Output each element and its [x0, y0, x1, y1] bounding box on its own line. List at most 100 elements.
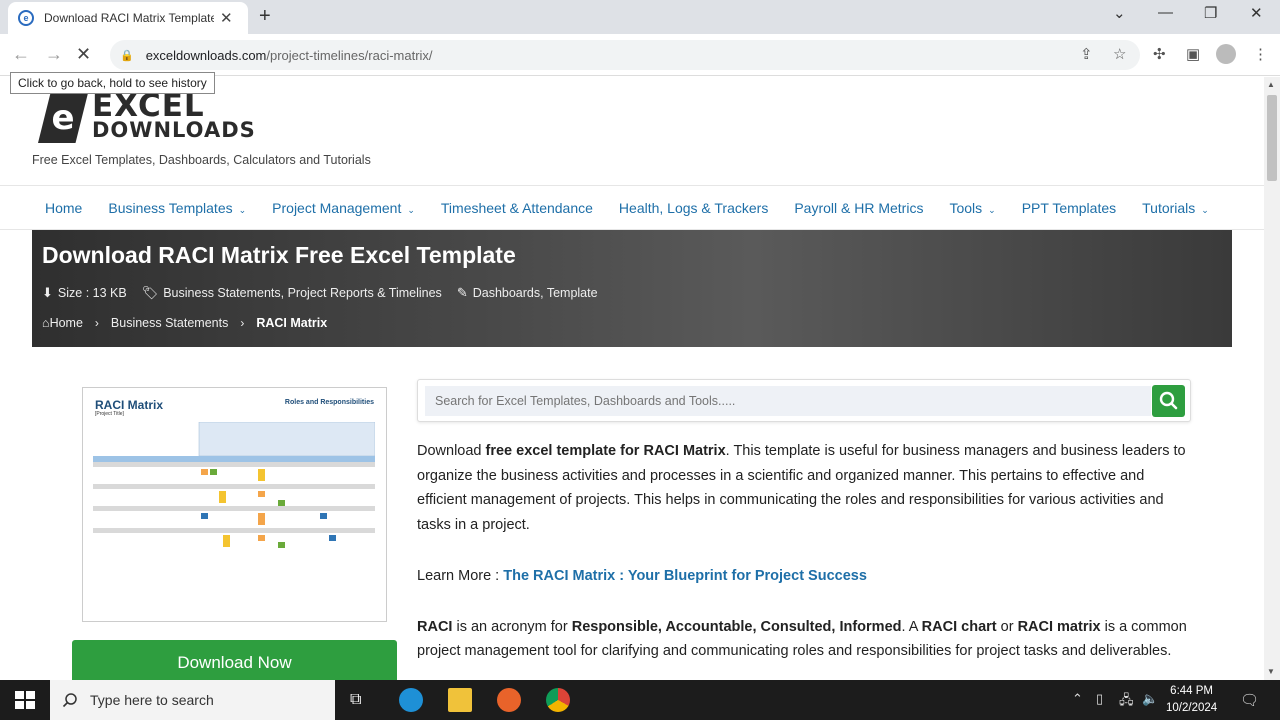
windows-start-icon[interactable] — [13, 688, 37, 712]
article-body: Download free excel template for RACI Ma… — [417, 439, 1192, 680]
edit-icon: ✎ — [456, 285, 468, 300]
nav-label: Timesheet & Attendance — [440, 199, 593, 216]
tab-search-chevron-icon[interactable]: ⌄ — [1113, 4, 1126, 22]
search-icon — [62, 693, 77, 708]
breadcrumb: ⌂ Home › Business Statements › RACI Matr… — [42, 316, 327, 330]
url-text[interactable]: exceldownloads.com/project-timelines/rac… — [146, 48, 433, 63]
nav-label: Business Templates — [108, 199, 233, 216]
search-button[interactable] — [1152, 385, 1185, 417]
task-view-icon[interactable]: ⧉ — [350, 688, 374, 712]
scroll-down-arrow-icon[interactable]: ▼ — [1267, 667, 1275, 676]
tag-icon: 🏷 — [141, 285, 159, 300]
main-navigation: Home Business Templates ⌄ Project Managem… — [0, 185, 1264, 230]
firefox-icon[interactable] — [497, 688, 521, 712]
lock-icon[interactable]: 🔒 — [120, 49, 134, 62]
nav-item-tools[interactable]: Tools ⌄ — [949, 200, 995, 216]
chevron-down-icon: ⌄ — [238, 204, 247, 215]
page-title: Download RACI Matrix Free Excel Template — [42, 242, 516, 268]
nav-item-project-management[interactable]: Project Management ⌄ — [272, 200, 415, 216]
side-panel-icon[interactable]: ▣ — [1186, 45, 1200, 63]
edge-browser-icon[interactable] — [399, 688, 423, 712]
nav-item-home[interactable]: Home — [45, 200, 82, 216]
text: Download — [417, 443, 486, 459]
clock-date: 10/2/2024 — [1166, 702, 1218, 714]
tags-link[interactable]: Dashboards, Template — [473, 286, 598, 300]
chevron-down-icon: ⌄ — [1201, 204, 1209, 215]
site-logo[interactable]: e EXCEL DOWNLOADS — [38, 88, 256, 143]
breadcrumb-home[interactable]: Home — [50, 316, 83, 330]
tab-title: Download RACI Matrix Template — [44, 11, 214, 25]
breadcrumb-business-statements[interactable]: Business Statements — [111, 316, 228, 330]
stop-loading-icon[interactable]: ✕ — [76, 44, 91, 65]
learn-more-link[interactable]: The RACI Matrix : Your Blueprint for Pro… — [503, 568, 867, 584]
nav-item-tutorials[interactable]: Tutorials ⌄ — [1142, 200, 1209, 216]
browser-tab-strip: e Download RACI Matrix Template ✕ + ⌄ — … — [0, 0, 1280, 34]
categories-link[interactable]: Business Statements, Project Reports & T… — [163, 286, 442, 300]
raci-definition-paragraph: RACI is an acronym for Responsible, Acco… — [417, 615, 1192, 664]
network-icon[interactable]: 🖧 — [1119, 691, 1134, 713]
nav-item-ppt-templates[interactable]: PPT Templates — [1022, 200, 1116, 216]
bold-text: RACI chart — [921, 618, 997, 635]
scroll-up-arrow-icon[interactable]: ▲ — [1267, 80, 1275, 89]
address-bar[interactable]: 🔒 exceldownloads.com/project-timelines/r… — [110, 40, 1140, 70]
page-scrollbar[interactable]: ▲ ▼ — [1264, 77, 1280, 680]
template-preview-image[interactable]: RACI Matrix [Project Title] Roles and Re… — [82, 387, 387, 622]
tray-device-icon[interactable]: ▯ — [1096, 691, 1103, 707]
text: or — [996, 618, 1018, 635]
bold-text: RACI — [417, 618, 453, 635]
nav-item-payroll[interactable]: Payroll & HR Metrics — [794, 200, 923, 216]
tab-close-icon[interactable]: ✕ — [220, 9, 233, 27]
logo-line-1: EXCEL — [92, 88, 205, 124]
breadcrumb-current: RACI Matrix — [256, 316, 328, 330]
restore-button[interactable]: ❐ — [1204, 4, 1217, 22]
learn-more-label: Learn More : — [417, 567, 504, 584]
scrollbar-thumb[interactable] — [1267, 95, 1277, 181]
taskbar-clock[interactable]: 6:44 PM 10/2/2024 — [1166, 683, 1217, 717]
close-window-button[interactable]: ✕ — [1250, 4, 1263, 22]
nav-item-timesheet[interactable]: Timesheet & Attendance — [441, 200, 593, 216]
extensions-puzzle-icon[interactable]: ✣ — [1153, 45, 1166, 63]
chevron-right-icon: › — [240, 316, 245, 330]
back-arrow-icon[interactable]: ← — [12, 44, 30, 65]
file-explorer-icon[interactable] — [448, 688, 472, 712]
taskbar-search-box[interactable]: Type here to search — [50, 680, 335, 720]
text: is an acronym for — [452, 618, 572, 635]
minimize-button[interactable]: — — [1158, 4, 1173, 21]
nav-label: Tools — [949, 199, 983, 216]
chrome-icon[interactable] — [546, 688, 570, 712]
new-tab-button[interactable]: + — [259, 5, 271, 28]
notification-icon[interactable]: 🗨 — [1240, 691, 1259, 709]
search-icon — [1159, 391, 1178, 410]
bold-text: Responsible, Accountable, Consulted, Inf… — [571, 618, 902, 635]
url-path: /project-timelines/raci-matrix/ — [266, 47, 433, 63]
menu-kebab-icon[interactable]: ⋮ — [1253, 45, 1268, 63]
nav-label: Project Management — [272, 199, 402, 216]
windows-taskbar: Type here to search ⧉ ⌃ ▯ 🖧 🔈 6:44 PM 10… — [0, 680, 1280, 720]
template-search-input[interactable] — [425, 386, 1151, 416]
nav-item-business-templates[interactable]: Business Templates ⌄ — [108, 200, 246, 216]
share-icon[interactable]: ⇪ — [1080, 45, 1093, 63]
volume-icon[interactable]: 🔈 — [1142, 691, 1158, 707]
preview-grid-graphic — [93, 422, 375, 548]
tray-chevron-up-icon[interactable]: ⌃ — [1072, 691, 1083, 707]
preview-title: RACI Matrix — [95, 398, 164, 412]
text: . A — [901, 618, 922, 635]
site-tagline: Free Excel Templates, Dashboards, Calcul… — [32, 153, 371, 167]
template-search — [417, 379, 1191, 422]
bookmark-star-icon[interactable]: ☆ — [1113, 45, 1126, 63]
browser-toolbar: ← → ✕ 🔒 exceldownloads.com/project-timel… — [0, 34, 1280, 76]
download-now-button[interactable]: Download Now — [72, 640, 397, 680]
nav-item-health-logs[interactable]: Health, Logs & Trackers — [619, 200, 768, 216]
nav-label: Tutorials — [1142, 199, 1196, 216]
profile-avatar[interactable] — [1216, 44, 1236, 64]
site-favicon-icon: e — [18, 10, 34, 26]
back-button-tooltip: Click to go back, hold to see history — [10, 72, 215, 94]
forward-arrow-icon[interactable]: → — [45, 44, 63, 65]
logo-mark: e — [38, 93, 88, 143]
clock-time: 6:44 PM — [1170, 685, 1213, 697]
file-size: Size : 13 KB — [57, 286, 127, 300]
url-domain: exceldownloads.com — [145, 47, 267, 63]
preview-right-title: Roles and Responsibilities — [284, 399, 374, 406]
browser-tab[interactable]: e Download RACI Matrix Template ✕ — [8, 2, 248, 34]
taskbar-search-text: Type here to search — [90, 692, 214, 708]
